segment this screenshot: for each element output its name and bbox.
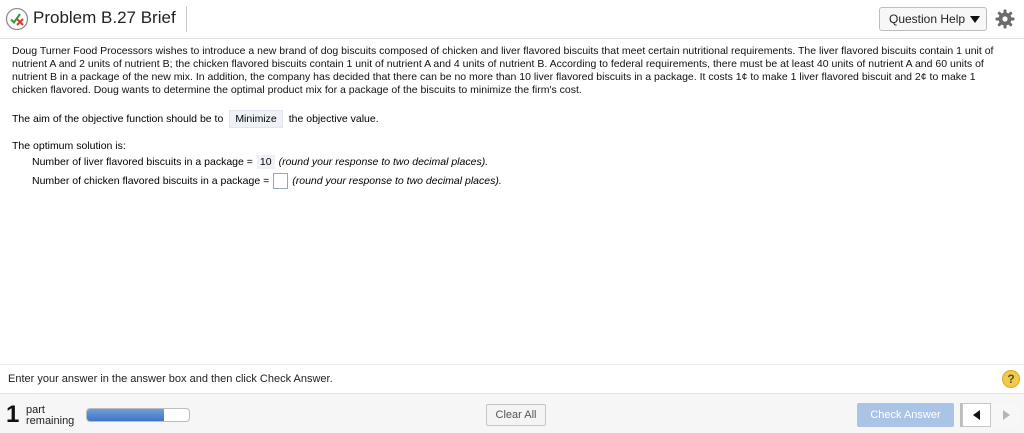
objective-prefix: The aim of the objective function should…	[12, 113, 224, 125]
liver-label: Number of liver flavored biscuits in a p…	[32, 156, 253, 168]
liver-answer-row: Number of liver flavored biscuits in a p…	[32, 155, 488, 169]
progress-bar	[86, 408, 190, 422]
problem-statement: Doug Turner Food Processors wishes to in…	[12, 45, 994, 96]
question-help-label: Question Help	[889, 12, 966, 26]
page-title: Problem B.27 Brief	[33, 8, 176, 27]
parts-remaining-label: part remaining	[26, 405, 74, 427]
gear-icon[interactable]	[995, 9, 1015, 29]
header-divider	[0, 38, 1024, 39]
progress-fill	[87, 409, 164, 421]
question-help-button[interactable]: Question Help	[879, 7, 987, 31]
check-answer-button[interactable]: Check Answer	[857, 403, 954, 427]
objective-select[interactable]: Minimize	[229, 110, 283, 128]
footer-bar: 1 part remaining Clear All Check Answer	[0, 393, 1024, 433]
objective-suffix: the objective value.	[288, 113, 379, 125]
triangle-left-icon	[972, 410, 980, 420]
triangle-right-icon	[1002, 410, 1010, 420]
instructions-divider	[0, 364, 1024, 365]
liver-answer-field[interactable]: 10	[256, 155, 275, 169]
header-bar: Problem B.27 Brief Question Help	[0, 0, 1024, 38]
next-question-button[interactable]	[991, 403, 1020, 427]
help-icon[interactable]: ?	[1002, 370, 1020, 388]
parts-remaining-line2: remaining	[26, 415, 75, 427]
solution-heading: The optimum solution is:	[12, 140, 126, 152]
question-nav	[960, 403, 1020, 427]
instructions-text: Enter your answer in the answer box and …	[8, 373, 333, 385]
previous-question-button[interactable]	[962, 403, 991, 427]
caret-down-icon	[970, 15, 981, 23]
chicken-label: Number of chicken flavored biscuits in a…	[32, 175, 270, 187]
partially-correct-icon	[5, 7, 29, 31]
chicken-answer-row: Number of chicken flavored biscuits in a…	[32, 173, 502, 189]
objective-row: The aim of the objective function should…	[12, 110, 379, 128]
chicken-answer-input[interactable]	[273, 173, 289, 189]
clear-all-button[interactable]: Clear All	[486, 404, 546, 426]
title-divider	[186, 6, 187, 32]
chicken-hint: (round your response to two decimal plac…	[292, 175, 502, 187]
parts-remaining-count: 1	[6, 401, 20, 428]
liver-hint: (round your response to two decimal plac…	[278, 156, 489, 168]
